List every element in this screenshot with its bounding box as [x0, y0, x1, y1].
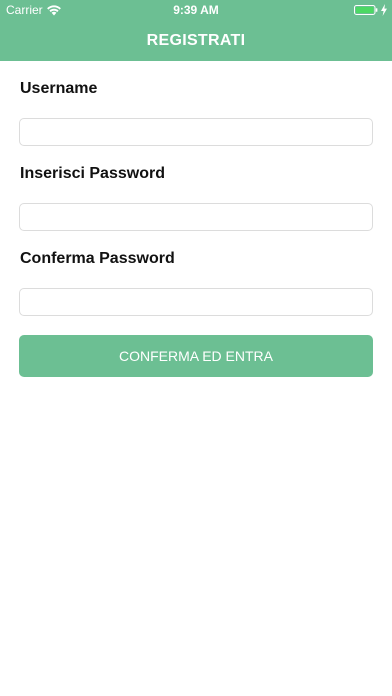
page-title: REGISTRATI [146, 32, 246, 49]
username-input[interactable] [19, 118, 373, 146]
confirm-and-enter-button[interactable]: CONFERMA ED ENTRA [19, 335, 373, 377]
confirm-password-label: Conferma Password [20, 250, 175, 267]
status-bar: Carrier 9:39 AM [0, 0, 392, 20]
confirm-password-input[interactable] [19, 288, 373, 316]
username-label: Username [20, 80, 98, 97]
status-time: 9:39 AM [173, 3, 219, 17]
password-input[interactable] [19, 203, 373, 231]
charging-bolt-icon [381, 4, 387, 16]
password-label: Inserisci Password [20, 165, 165, 182]
battery-icon [354, 5, 378, 15]
navigation-header: Carrier 9:39 AM REGISTRATI [0, 0, 392, 61]
